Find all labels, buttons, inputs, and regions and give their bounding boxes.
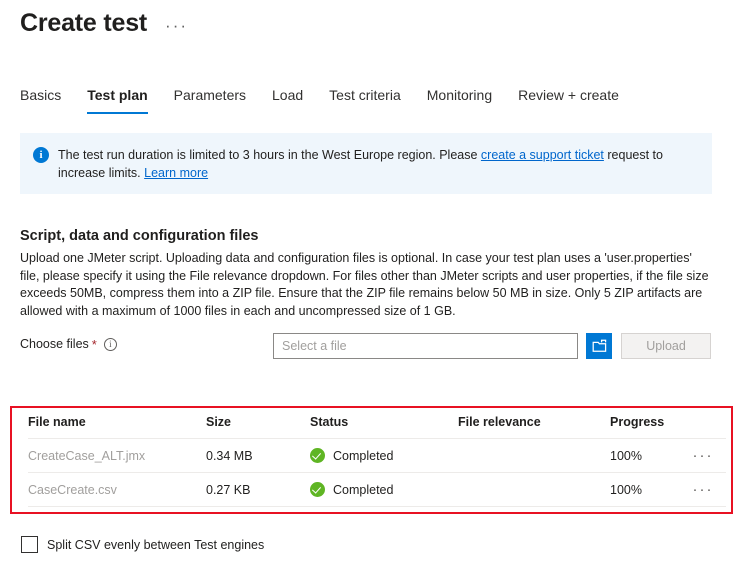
choose-files-row: Choose files * i Upload <box>20 333 712 359</box>
row-actions-menu-icon[interactable]: ··· <box>693 448 714 463</box>
choose-files-label-text: Choose files <box>20 337 89 351</box>
choose-files-label: Choose files * i <box>20 337 117 351</box>
section-heading: Script, data and configuration files <box>20 228 259 244</box>
split-csv-checkbox[interactable] <box>21 536 38 553</box>
file-progress-cell: 100% <box>610 472 680 507</box>
table-header-row: File name Size Status File relevance Pro… <box>28 412 726 439</box>
success-check-icon <box>310 482 325 497</box>
select-a-file-input[interactable] <box>273 333 578 359</box>
split-csv-row: Split CSV evenly between Test engines <box>21 536 264 553</box>
create-support-ticket-link[interactable]: create a support ticket <box>481 148 604 162</box>
required-asterisk: * <box>91 337 97 352</box>
tab-review-create[interactable]: Review + create <box>505 86 632 114</box>
table-row: CaseCreate.csv 0.27 KB Completed 100% ··… <box>28 472 726 507</box>
file-relevance-cell[interactable] <box>458 472 610 507</box>
file-status-cell: Completed <box>310 472 458 507</box>
file-progress-cell: 100% <box>610 438 680 473</box>
file-size-cell: 0.34 MB <box>206 438 310 473</box>
tab-monitoring[interactable]: Monitoring <box>414 86 505 114</box>
learn-more-link[interactable]: Learn more <box>144 166 208 180</box>
browse-folder-button[interactable] <box>586 333 612 359</box>
wizard-tabs: Basics Test plan Parameters Load Test cr… <box>20 86 632 114</box>
tab-test-criteria[interactable]: Test criteria <box>316 86 414 114</box>
info-banner-text: The test run duration is limited to 3 ho… <box>58 146 700 182</box>
banner-text-part-1: The test run duration is limited to 3 ho… <box>58 148 481 162</box>
file-name-cell: CaseCreate.csv <box>28 482 117 497</box>
file-size-cell: 0.27 KB <box>206 472 310 507</box>
column-header-file-name: File name <box>28 412 206 439</box>
tab-test-plan[interactable]: Test plan <box>74 86 160 114</box>
page-title: Create test <box>20 9 148 37</box>
success-check-icon <box>310 448 325 463</box>
file-status-text: Completed <box>333 482 394 497</box>
file-status-cell: Completed <box>310 438 458 473</box>
column-header-file-relevance: File relevance <box>458 412 610 439</box>
tab-parameters[interactable]: Parameters <box>161 86 259 114</box>
create-test-page: Create test ··· Basics Test plan Paramet… <box>0 0 752 581</box>
split-csv-label[interactable]: Split CSV evenly between Test engines <box>47 538 264 552</box>
folder-icon <box>592 339 606 352</box>
tab-load[interactable]: Load <box>259 86 316 114</box>
file-status-text: Completed <box>333 448 394 463</box>
info-icon: i <box>33 147 49 163</box>
more-options-icon[interactable]: ··· <box>163 17 190 35</box>
column-header-progress: Progress <box>610 412 680 439</box>
uploaded-files-table: File name Size Status File relevance Pro… <box>28 412 726 507</box>
file-relevance-cell[interactable] <box>458 438 610 473</box>
info-banner: i The test run duration is limited to 3 … <box>20 133 712 194</box>
section-description: Upload one JMeter script. Uploading data… <box>20 251 709 318</box>
column-header-status: Status <box>310 412 458 439</box>
row-actions-menu-icon[interactable]: ··· <box>693 482 714 497</box>
file-name-cell: CreateCase_ALT.jmx <box>28 448 146 463</box>
tab-basics[interactable]: Basics <box>20 86 74 114</box>
info-tooltip-icon[interactable]: i <box>103 337 117 351</box>
upload-button[interactable]: Upload <box>621 333 711 359</box>
column-header-size: Size <box>206 412 310 439</box>
title-row: Create test ··· <box>20 8 190 38</box>
column-header-actions <box>680 412 726 439</box>
table-row: CreateCase_ALT.jmx 0.34 MB Completed 100… <box>28 438 726 473</box>
